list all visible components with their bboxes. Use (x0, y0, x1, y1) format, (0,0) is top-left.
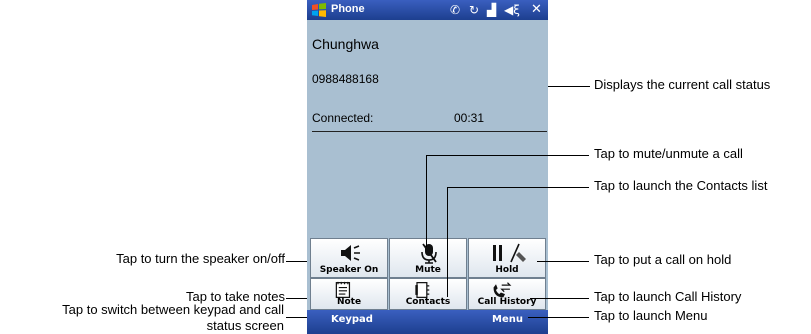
call-status-label: Connected: (312, 111, 374, 125)
hold-button[interactable]: Hold (468, 238, 546, 278)
microphone-muted-icon (421, 243, 437, 264)
hold-label: Hold (495, 265, 519, 275)
speaker-on-label: Speaker On (319, 265, 379, 275)
annotation-status: Displays the current call status (594, 77, 771, 92)
call-duration: 00:31 (454, 111, 485, 125)
close-icon[interactable]: ✕ (531, 2, 542, 18)
phone-screen: Phone ✆ ↻ ▟ ◀ξ ✕ Chunghwa 0988488168 Con… (307, 0, 548, 334)
signal-strength-icon: ▟ (487, 3, 497, 17)
hold-icon (493, 243, 526, 263)
sync-icon: ↻ (469, 3, 480, 17)
annotation-speaker: Tap to turn the speaker on/off (116, 251, 285, 266)
leader-line-mute-h (426, 155, 589, 156)
leader-line-speaker (286, 261, 309, 262)
menu-softkey[interactable]: Menu (492, 314, 523, 325)
annotation-call-history: Tap to launch Call History (594, 289, 742, 304)
annotation-menu: Tap to launch Menu (594, 308, 708, 323)
annotation-keypad-line1: Tap to switch between keypad and call (62, 302, 284, 317)
phone-number: 0988488168 (312, 72, 379, 86)
note-button[interactable]: Note (310, 278, 388, 310)
keypad-softkey[interactable]: Keypad (331, 314, 373, 325)
contacts-button[interactable]: Contacts (389, 278, 467, 310)
contact-name: Chunghwa (312, 36, 379, 52)
call-history-button[interactable]: Call History (468, 278, 546, 310)
speaker-on-button[interactable]: Speaker On (310, 238, 388, 278)
contacts-label: Contacts (405, 297, 451, 307)
leader-line-contacts-h (447, 187, 589, 188)
note-label: Note (336, 297, 362, 307)
status-divider (312, 131, 547, 132)
leader-line-mute-v (426, 155, 427, 247)
window-title: Phone (331, 3, 365, 15)
soft-key-bar: Keypad Menu (307, 310, 548, 334)
annotation-keypad-line2: status screen (206, 318, 284, 333)
volume-icon[interactable]: ◀ξ (504, 2, 520, 18)
leader-line-keypad (286, 317, 309, 318)
leader-line-note (286, 298, 309, 299)
leader-line-status (548, 86, 590, 87)
windows-start-icon[interactable] (311, 2, 327, 18)
annotation-mute: Tap to mute/unmute a call (594, 146, 743, 161)
annotation-contacts: Tap to launch the Contacts list (594, 178, 768, 193)
speaker-icon (341, 245, 360, 261)
title-bar: Phone ✆ ↻ ▟ ◀ξ ✕ (307, 0, 548, 20)
call-active-icon: ✆ (450, 3, 461, 17)
leader-line-menu (528, 317, 589, 318)
annotation-hold: Tap to put a call on hold (594, 252, 732, 267)
leader-line-hold (537, 261, 589, 262)
mute-label: Mute (415, 265, 441, 275)
mute-button[interactable]: Mute (389, 238, 467, 278)
leader-line-contacts-v (447, 187, 448, 297)
leader-line-call-history (530, 298, 589, 299)
